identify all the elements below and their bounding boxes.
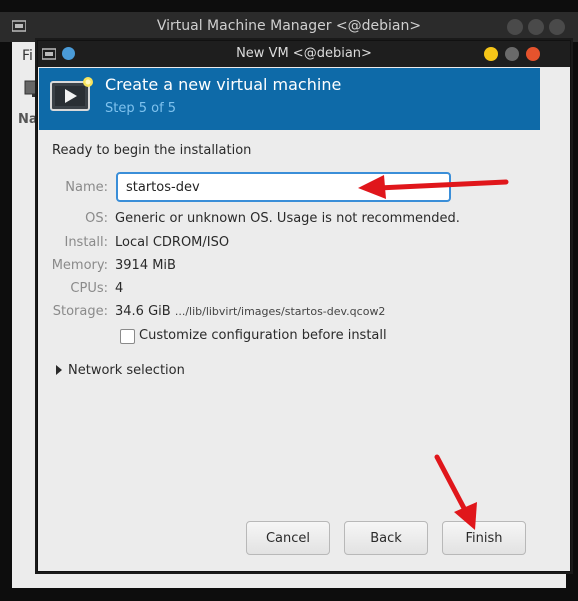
new-vm-dialog: New VM <@debian> Create a new virtual ma…: [37, 40, 571, 572]
background-file-menu[interactable]: Fi: [22, 48, 33, 64]
name-label: Name:: [65, 180, 108, 195]
cpus-value: 4: [115, 281, 124, 296]
background-minimize-button[interactable]: [507, 19, 523, 35]
wizard-banner: Create a new virtual machine Step 5 of 5: [39, 68, 540, 130]
background-titlebar: Virtual Machine Manager <@debian>: [0, 12, 578, 42]
ready-heading: Ready to begin the installation: [52, 143, 252, 158]
storage-size: 34.6 GiB: [115, 304, 171, 319]
memory-label: Memory:: [51, 258, 108, 273]
storage-label: Storage:: [52, 304, 108, 319]
os-value: Generic or unknown OS. Usage is not reco…: [115, 211, 460, 226]
background-close-button[interactable]: [549, 19, 565, 35]
close-button[interactable]: [526, 47, 540, 61]
vm-name-input[interactable]: [116, 172, 451, 202]
banner-title: Create a new virtual machine: [105, 75, 342, 94]
maximize-button[interactable]: [505, 47, 519, 61]
background-maximize-button[interactable]: [528, 19, 544, 35]
minimize-button[interactable]: [484, 47, 498, 61]
cancel-button[interactable]: Cancel: [246, 521, 330, 555]
dialog-titlebar: New VM <@debian>: [38, 41, 570, 67]
banner-step: Step 5 of 5: [105, 101, 177, 116]
network-selection-expander[interactable]: Network selection: [56, 363, 185, 378]
customize-checkbox[interactable]: [120, 329, 135, 344]
cpus-label: CPUs:: [70, 281, 108, 296]
install-label: Install:: [64, 235, 108, 250]
background-name-column: Na: [18, 112, 38, 127]
finish-button[interactable]: Finish: [442, 521, 526, 555]
background-window-title: Virtual Machine Manager <@debian>: [156, 18, 422, 34]
storage-value: 34.6 GiB .../lib/libvirt/images/startos-…: [115, 304, 385, 319]
storage-path: .../lib/libvirt/images/startos-dev.qcow2: [174, 305, 386, 318]
network-selection-label: Network selection: [68, 363, 185, 378]
memory-value: 3914 MiB: [115, 258, 176, 273]
customize-checkbox-label[interactable]: Customize configuration before install: [139, 328, 387, 343]
new-vm-wizard-icon: [50, 77, 93, 111]
expander-arrow-icon: [56, 364, 62, 375]
install-value: Local CDROM/ISO: [115, 235, 230, 250]
os-label: OS:: [85, 211, 108, 226]
back-button[interactable]: Back: [344, 521, 428, 555]
